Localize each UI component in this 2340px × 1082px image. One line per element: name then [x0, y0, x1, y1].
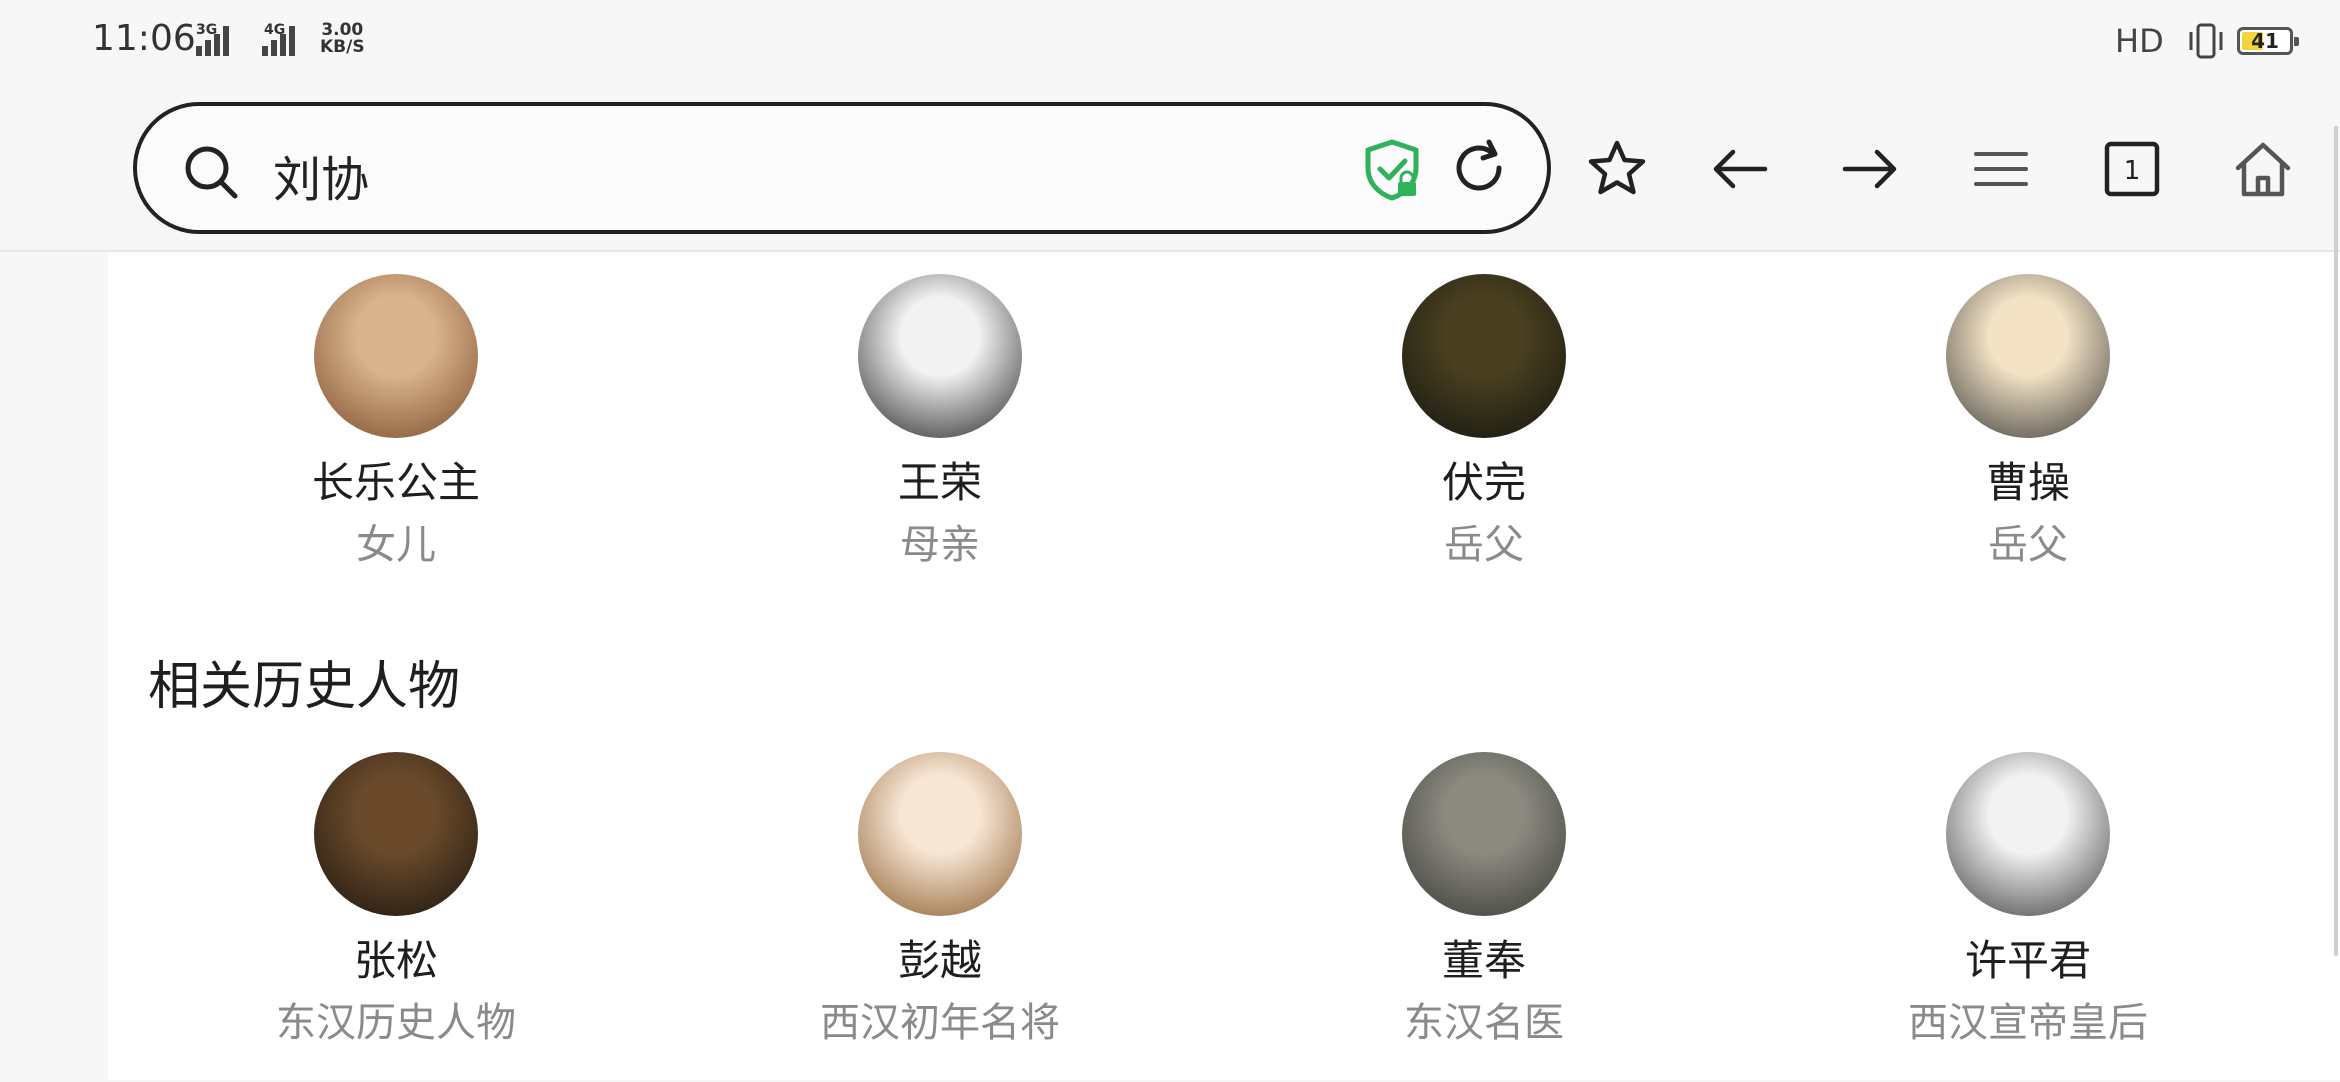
hamburger-menu-icon: [1974, 152, 2028, 186]
person-relation: 东汉名医: [1404, 1000, 1564, 1046]
avatar: [1946, 274, 2110, 438]
address-text[interactable]: 刘协: [273, 140, 369, 210]
star-icon: [1588, 140, 1646, 195]
related-row: 张松 东汉历史人物 彭越 西汉初年名将 董奉 东汉名医 许平君 西汉宣帝皇后: [108, 752, 2340, 1082]
hd-voice-icon: HD: [2115, 22, 2164, 60]
arrow-right-icon: [1842, 149, 1897, 189]
person-name: 伏完: [1441, 458, 1526, 507]
status-bar: 11:06 3G 4G 3.00 KB/S HD 41: [0, 0, 2340, 84]
person-name: 曹操: [1985, 458, 2070, 507]
avatar: [1402, 752, 1566, 916]
arrow-left-icon: [1713, 149, 1768, 189]
status-time: 11:06: [92, 18, 196, 59]
vibrate-icon: [2189, 23, 2223, 59]
signal-4g-icon: 4G: [254, 22, 312, 56]
section-title-related: 相关历史人物: [148, 657, 461, 717]
page-content: 长乐公主 女儿 王荣 母亲 伏完 岳父 曹操 岳父 相关历史人物 张松 东汉历史…: [108, 252, 2340, 1080]
person-name: 张松: [353, 936, 438, 985]
person-card-2[interactable]: 伏完 岳父: [1284, 274, 1684, 570]
avatar: [1402, 274, 1566, 438]
browser-toolbar: 刘协 1: [0, 84, 2340, 252]
person-name: 长乐公主: [311, 458, 480, 507]
address-bar[interactable]: 刘协: [133, 102, 1551, 234]
person-card-6[interactable]: 董奉 东汉名医: [1284, 752, 1684, 1048]
reload-icon[interactable]: [1447, 136, 1511, 200]
person-card-7[interactable]: 许平君 西汉宣帝皇后: [1828, 752, 2228, 1048]
search-icon: [185, 146, 238, 199]
security-shield-icon[interactable]: [1362, 138, 1422, 202]
person-name: 董奉: [1441, 936, 1526, 985]
network-speed: 3.00 KB/S: [320, 20, 365, 57]
person-relation: 西汉宣帝皇后: [1908, 1000, 2148, 1046]
back-button[interactable]: [1705, 134, 1775, 204]
person-relation: 西汉初年名将: [820, 1000, 1060, 1046]
avatar: [314, 274, 478, 438]
person-name: 许平君: [1964, 936, 2091, 985]
tabs-button[interactable]: 1: [2097, 134, 2167, 204]
person-card-4[interactable]: 张松 东汉历史人物: [196, 752, 596, 1048]
avatar: [1946, 752, 2110, 916]
person-relation: 岳父: [1988, 522, 2068, 568]
page-scrollbar[interactable]: [2334, 126, 2338, 956]
family-row: 长乐公主 女儿 王荣 母亲 伏完 岳父 曹操 岳父: [108, 274, 2340, 604]
avatar: [314, 752, 478, 916]
home-icon: [2235, 142, 2291, 197]
signal-3g-icon: 3G: [196, 22, 244, 56]
menu-button[interactable]: [1966, 134, 2036, 204]
avatar: [858, 752, 1022, 916]
person-card-0[interactable]: 长乐公主 女儿: [196, 274, 596, 570]
tab-count-icon: 1: [2104, 141, 2160, 197]
person-name: 王荣: [897, 458, 982, 507]
person-relation: 母亲: [900, 522, 980, 568]
person-relation: 岳父: [1444, 522, 1524, 568]
bookmark-star-button[interactable]: [1582, 134, 1652, 204]
person-relation: 东汉历史人物: [276, 1000, 516, 1046]
avatar: [858, 274, 1022, 438]
svg-text:1: 1: [2124, 156, 2141, 186]
home-button[interactable]: [2228, 134, 2298, 204]
person-card-3[interactable]: 曹操 岳父: [1828, 274, 2228, 570]
person-relation: 女儿: [356, 522, 436, 568]
person-card-1[interactable]: 王荣 母亲: [740, 274, 1140, 570]
battery-icon: 41: [2237, 27, 2299, 55]
forward-button[interactable]: [1835, 134, 1905, 204]
person-name: 彭越: [897, 936, 982, 985]
person-card-5[interactable]: 彭越 西汉初年名将: [740, 752, 1140, 1048]
